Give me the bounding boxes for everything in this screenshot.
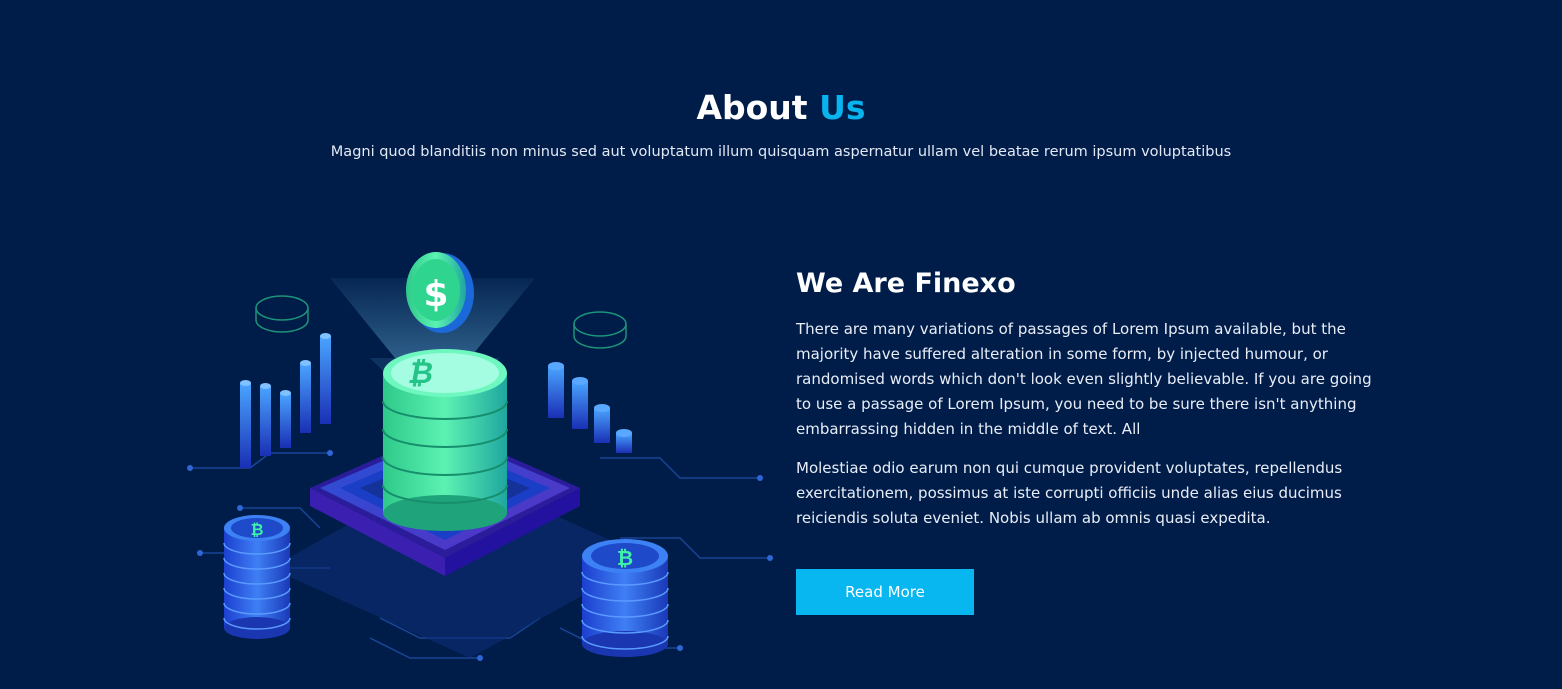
about-content: We Are Finexo There are many variations …: [796, 268, 1376, 545]
bitcoin-icon-small: ₿: [250, 520, 263, 539]
feature-paragraph-1: There are many variations of passages of…: [796, 320, 1372, 438]
outline-coin-left: [255, 295, 309, 333]
blue-coin-stack-right: ₿: [581, 539, 669, 657]
outline-coin-right: [573, 311, 627, 349]
green-coin-stack: ₿: [382, 349, 508, 531]
crypto-illustration: ₿ $ ₿ ₿: [187, 252, 773, 661]
bitcoin-icon-medium: ₿: [617, 546, 633, 570]
blue-coin-stack-left: ₿: [223, 515, 291, 639]
feature-heading: We Are Finexo: [796, 268, 1016, 299]
section-title-accent: Us: [819, 88, 866, 127]
read-more-button[interactable]: Read More: [796, 569, 974, 615]
feature-paragraph-2: Molestiae odio earum non qui cumque prov…: [796, 459, 1343, 527]
bar-chart-right: [548, 362, 632, 453]
dollar-icon: $: [423, 274, 448, 315]
section-title: About Us: [0, 88, 1562, 127]
section-subtitle: Magni quod blanditiis non minus sed aut …: [330, 144, 1232, 160]
section-title-main: About: [696, 88, 820, 127]
bar-chart-left: [240, 333, 331, 468]
